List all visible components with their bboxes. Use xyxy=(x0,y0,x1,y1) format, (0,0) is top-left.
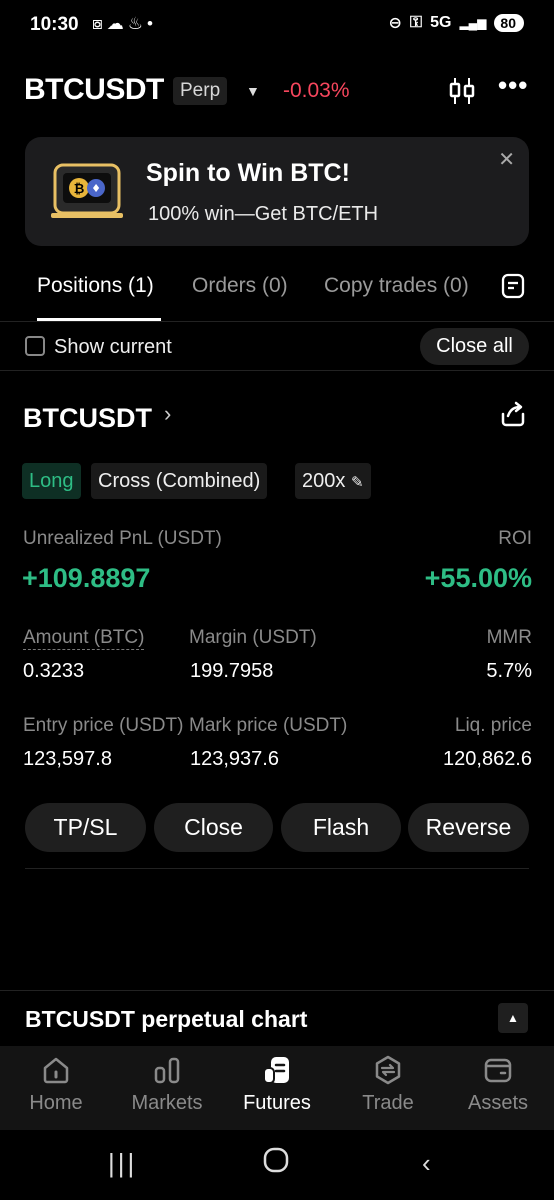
more-options-icon[interactable]: ••• xyxy=(498,70,528,101)
mmr-value: 5.7% xyxy=(486,660,532,682)
show-current-checkbox[interactable] xyxy=(25,336,45,356)
status-right: ⊖ ⚿ 5G ▂▄▆ 80 xyxy=(389,13,524,33)
svg-text:♦: ♦ xyxy=(91,182,101,195)
edit-pencil-icon: ✎ xyxy=(350,474,364,491)
leverage-badge[interactable]: 200x ✎ xyxy=(295,463,371,499)
status-time: 10:30 xyxy=(30,14,79,35)
contract-type-badge[interactable]: Perp xyxy=(173,77,228,105)
key-icon: ⚿ xyxy=(409,14,423,31)
close-icon[interactable]: ✕ xyxy=(498,147,515,172)
symbol-dropdown-icon[interactable]: ▼ xyxy=(246,83,260,99)
mark-price-label: Mark price (USDT) xyxy=(189,715,348,736)
liq-price-value: 120,862.6 xyxy=(443,748,532,770)
svg-text:₿: ₿ xyxy=(74,182,85,197)
leverage-value: 200x xyxy=(302,470,346,492)
pnl-label: Unrealized PnL (USDT) xyxy=(23,528,222,549)
tab-positions[interactable]: Positions (1) xyxy=(37,274,154,298)
wallet-icon xyxy=(484,1058,512,1083)
nav-markets-label: Markets xyxy=(131,1092,203,1114)
recent-apps-icon[interactable]: ||| xyxy=(108,1148,137,1179)
status-notification-icons: ⧇☁♨• xyxy=(92,14,158,33)
amount-label[interactable]: Amount (BTC) xyxy=(23,627,145,650)
nav-markets[interactable]: Markets xyxy=(112,1054,222,1115)
status-bar: 10:30 ⧇☁♨• ⊖ ⚿ 5G ▂▄▆ 80 xyxy=(0,0,554,52)
slot-machine-icon: ₿ ♦ xyxy=(49,161,125,221)
close-all-button[interactable]: Close all xyxy=(420,328,529,365)
nav-home-label: Home xyxy=(29,1092,83,1114)
close-position-button[interactable]: Close xyxy=(154,803,273,852)
chevron-up-icon[interactable]: ▲ xyxy=(498,1003,528,1033)
symbol-title[interactable]: BTCUSDT xyxy=(24,73,164,107)
amount-value: 0.3233 xyxy=(23,660,85,682)
entry-price-value: 123,597.8 xyxy=(23,748,112,770)
divider xyxy=(0,990,554,991)
banner-title: Spin to Win BTC! xyxy=(146,159,350,187)
futures-icon xyxy=(263,1057,289,1084)
trade-icon xyxy=(375,1055,401,1085)
roi-label: ROI xyxy=(498,528,532,549)
divider xyxy=(25,868,529,869)
home-circle-icon[interactable] xyxy=(262,1146,290,1181)
markets-icon xyxy=(154,1057,180,1084)
pnl-value: +109.8897 xyxy=(22,563,151,593)
back-icon[interactable]: ‹ xyxy=(422,1148,431,1179)
bottom-nav: Home Markets Futures Trade Assets xyxy=(0,1046,554,1130)
battery-level: 80 xyxy=(500,15,516,31)
show-current-label[interactable]: Show current xyxy=(54,336,172,359)
side-badge: Long xyxy=(22,463,81,499)
entry-price-label: Entry price (USDT) xyxy=(23,715,184,736)
battery-badge: 80 xyxy=(494,14,524,32)
system-nav-bar: ||| ‹ xyxy=(0,1130,554,1200)
dnd-icon: ⊖ xyxy=(388,15,402,32)
reverse-button[interactable]: Reverse xyxy=(408,803,529,852)
divider xyxy=(0,370,554,371)
nav-trade[interactable]: Trade xyxy=(333,1054,443,1115)
tpsl-button[interactable]: TP/SL xyxy=(25,803,146,852)
roi-value: +55.00% xyxy=(424,563,532,593)
signal-icon: ▂▄▆ xyxy=(459,16,487,30)
nav-assets-label: Assets xyxy=(467,1092,529,1114)
history-document-icon[interactable] xyxy=(500,273,526,304)
mmr-label: MMR xyxy=(486,627,532,648)
liq-price-label: Liq. price xyxy=(454,715,532,736)
nav-trade-label: Trade xyxy=(362,1092,414,1114)
position-symbol[interactable]: BTCUSDT xyxy=(23,403,152,434)
nav-home[interactable]: Home xyxy=(1,1054,111,1115)
mark-price-value: 123,937.6 xyxy=(190,748,279,770)
margin-mode-badge[interactable]: Cross (Combined) xyxy=(91,463,268,499)
nav-futures[interactable]: Futures xyxy=(222,1054,332,1115)
share-icon[interactable] xyxy=(499,400,527,433)
promo-banner[interactable]: ₿ ♦ Spin to Win BTC! 100% win—Get BTC/ET… xyxy=(25,137,529,246)
home-icon xyxy=(43,1057,69,1084)
nav-futures-label: Futures xyxy=(243,1092,311,1114)
margin-value: 199.7958 xyxy=(190,660,274,682)
nav-assets[interactable]: Assets xyxy=(443,1054,553,1115)
chart-section-title[interactable]: BTCUSDT perpetual chart xyxy=(25,1006,307,1033)
chevron-right-icon[interactable]: › xyxy=(164,401,171,427)
price-change: -0.03% xyxy=(283,79,350,102)
flash-close-button[interactable]: Flash xyxy=(281,803,401,852)
candlestick-chart-icon[interactable] xyxy=(448,76,476,111)
tab-orders[interactable]: Orders (0) xyxy=(192,274,288,298)
margin-label: Margin (USDT) xyxy=(189,627,317,648)
tab-copy-trades[interactable]: Copy trades (0) xyxy=(324,274,469,298)
banner-subtitle: 100% win—Get BTC/ETH xyxy=(148,203,379,225)
divider xyxy=(0,321,554,322)
network-type: 5G xyxy=(430,14,452,31)
